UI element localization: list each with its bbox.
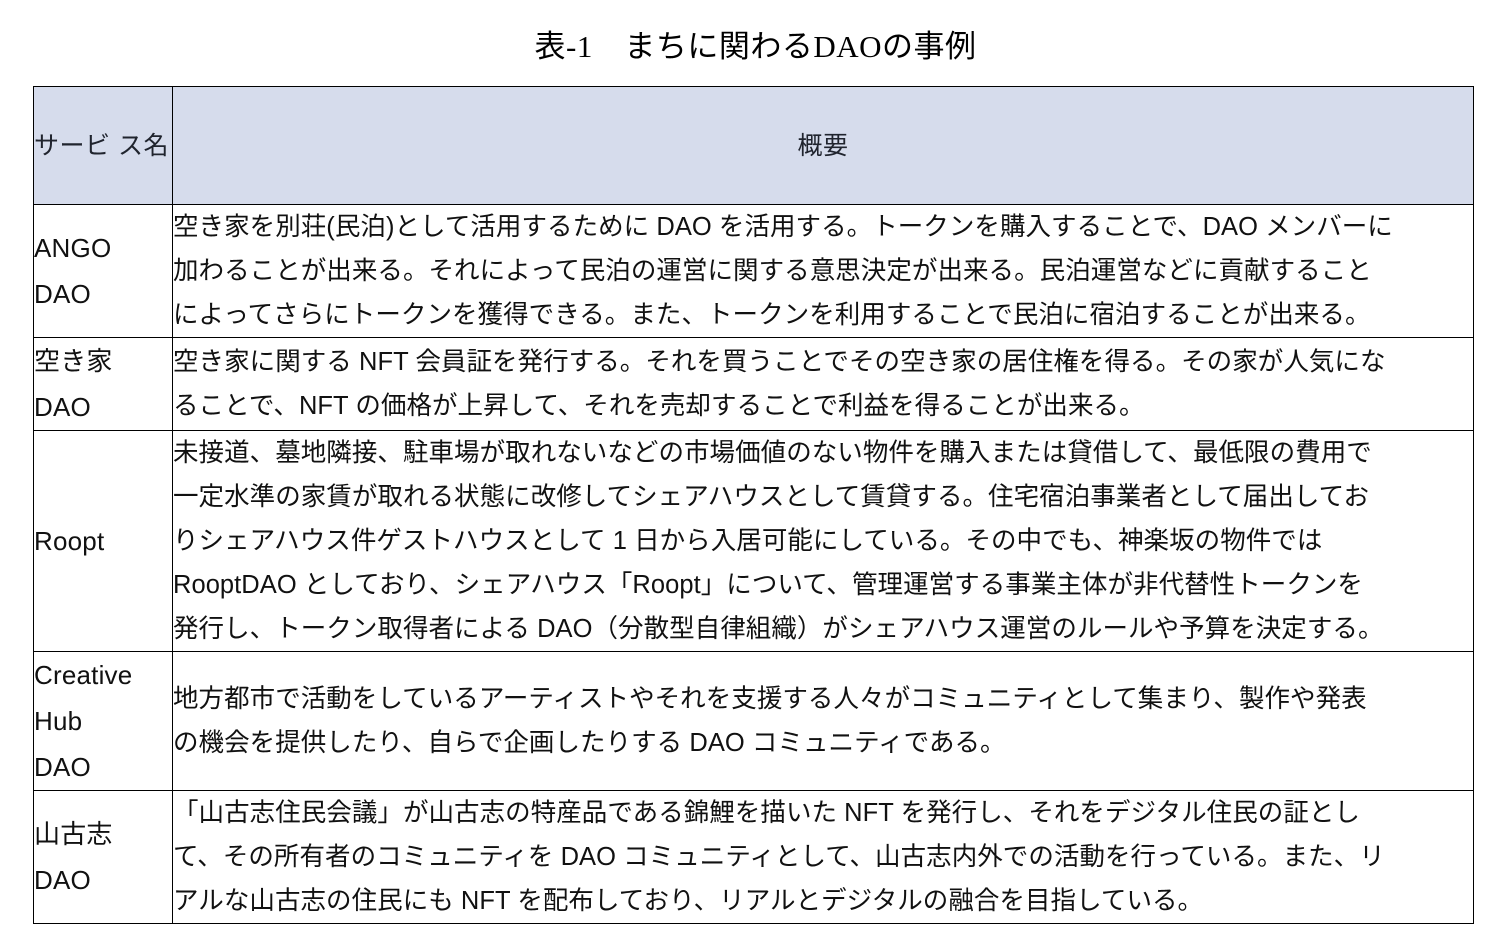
service-name-line: 空き家: [34, 346, 113, 376]
column-header-service-name-line-2: ス名: [117, 131, 169, 160]
service-name-line: DAO: [34, 752, 91, 782]
description-line: 「山古志住民会議」が山古志の特産品である錦鯉を描いた NFT を発行し、それをデ…: [173, 799, 1360, 827]
table-header: サービ ス名 概要: [33, 86, 1474, 205]
description-line: アルな山古志の住民にも NFT を配布しており、リアルとデジタルの融合を目指して…: [173, 887, 1204, 915]
table-row: 空き家 DAO 空き家に関する NFT 会員証を発行する。それを買うことでその空…: [33, 337, 1474, 431]
service-name-line: 山古志: [34, 819, 113, 849]
table-header-row: サービ ス名 概要: [33, 86, 1474, 205]
table-caption: 表-1 まちに関わるDAOの事例: [534, 29, 977, 64]
service-name-cell: ANGO DAO: [33, 204, 173, 338]
service-name-line: Hub: [34, 706, 83, 736]
description-line: RooptDAO としており、シェアハウス「Roopt」について、管理運営する事…: [173, 571, 1363, 599]
description-line: 発行し、トークン取得者による DAO（分散型自律組織）がシェアハウス運営のルール…: [173, 615, 1384, 643]
description-line: 空き家に関する NFT 会員証を発行する。それを買うことでその空き家の居住権を得…: [173, 348, 1386, 376]
service-description-cell: 未接道、墓地隣接、駐車場が取れないなどの市場価値のない物件を購入または貸借して、…: [172, 430, 1474, 652]
table-body: ANGO DAO 空き家を別荘(民泊)として活用するために DAO を活用する。…: [33, 204, 1474, 924]
service-description-cell: 「山古志住民会議」が山古志の特産品である錦鯉を描いた NFT を発行し、それをデ…: [172, 790, 1474, 924]
description-line: 地方都市で活動をしているアーティストやそれを支援する人々がコミュニティとして集ま…: [173, 685, 1367, 713]
table-row: ANGO DAO 空き家を別荘(民泊)として活用するために DAO を活用する。…: [33, 204, 1474, 338]
description-line: て、その所有者のコミュニティを DAO コミュニティとして、山古志内外での活動を…: [173, 843, 1385, 871]
description-line: 一定水準の家賃が取れる状態に改修してシェアハウスとして賃貸する。住宅宿泊事業者と…: [173, 483, 1370, 511]
table-row: Roopt 未接道、墓地隣接、駐車場が取れないなどの市場価値のない物件を購入また…: [33, 430, 1474, 652]
description-line: ることで、NFT の価格が上昇して、それを売却することで利益を得ることが出来る。: [173, 392, 1145, 420]
description-line: 加わることが出来る。それによって民泊の運営に関する意思決定が出来る。民泊運営など…: [173, 257, 1372, 285]
column-header-service-name-line-1: サービ: [34, 131, 111, 160]
document-page: 表-1 まちに関わるDAOの事例 サービ ス名 概要 ANGO DAO 空き家を…: [0, 0, 1511, 939]
description-line: りシェアハウス件ゲストハウスとして 1 日から入居可能にしている。その中でも、神…: [173, 527, 1323, 555]
service-description-cell: 空き家を別荘(民泊)として活用するために DAO を活用する。トークンを購入する…: [172, 204, 1474, 338]
service-name-line: DAO: [34, 279, 91, 309]
dao-examples-table: サービ ス名 概要 ANGO DAO 空き家を別荘(民泊)として活用するために …: [33, 86, 1474, 924]
description-line: によってさらにトークンを獲得できる。また、トークンを利用することで民泊に宿泊する…: [173, 301, 1371, 329]
column-header-overview: 概要: [172, 86, 1474, 205]
service-description-cell: 地方都市で活動をしているアーティストやそれを支援する人々がコミュニティとして集ま…: [172, 651, 1474, 791]
service-name-cell: Roopt: [33, 430, 173, 652]
service-name-cell: Creative Hub DAO: [33, 651, 173, 791]
service-description-cell: 空き家に関する NFT 会員証を発行する。それを買うことでその空き家の居住権を得…: [172, 337, 1474, 431]
table-row: 山古志 DAO 「山古志住民会議」が山古志の特産品である錦鯉を描いた NFT を…: [33, 790, 1474, 924]
table-row: Creative Hub DAO 地方都市で活動をしているアーティストやそれを支…: [33, 651, 1474, 791]
service-name-line: Roopt: [34, 526, 105, 556]
service-name-cell: 山古志 DAO: [33, 790, 173, 924]
service-name-line: DAO: [34, 865, 91, 895]
service-name-cell: 空き家 DAO: [33, 337, 173, 431]
service-name-line: Creative: [34, 660, 133, 690]
description-line: 未接道、墓地隣接、駐車場が取れないなどの市場価値のない物件を購入または貸借して、…: [173, 439, 1372, 467]
description-line: 空き家を別荘(民泊)として活用するために DAO を活用する。トークンを購入する…: [173, 213, 1393, 241]
description-line: の機会を提供したり、自らで企画したりする DAO コミュニティである。: [173, 729, 1006, 757]
service-name-line: DAO: [34, 392, 91, 422]
service-name-line: ANGO: [34, 233, 112, 263]
column-header-service-name: サービ ス名: [33, 86, 173, 205]
